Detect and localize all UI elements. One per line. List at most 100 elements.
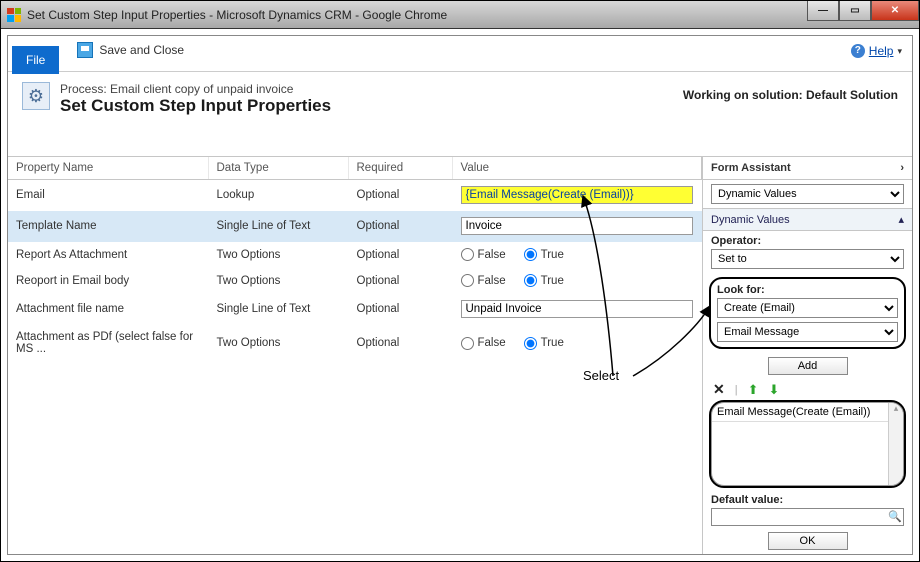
cell-property-name: Template Name xyxy=(8,211,208,242)
separator: | xyxy=(735,384,738,396)
default-value-input[interactable] xyxy=(711,508,904,526)
save-icon xyxy=(77,42,93,58)
cell-required: Optional xyxy=(348,268,452,294)
close-button[interactable]: ✕ xyxy=(871,1,919,21)
lookfor-label: Look for: xyxy=(717,284,898,296)
dynamic-values-label: Dynamic Values xyxy=(711,214,790,226)
lookfor-box: Look for: Create (Email) Email Message xyxy=(709,277,906,349)
cell-required: Optional xyxy=(348,180,452,211)
cell-value: False True xyxy=(452,268,702,294)
radio-option-false[interactable]: False xyxy=(461,274,506,287)
titlebar: Set Custom Step Input Properties - Micro… xyxy=(1,1,919,29)
radio-input[interactable] xyxy=(461,248,474,261)
radio-label: True xyxy=(541,249,564,261)
solution-label: Working on solution: Default Solution xyxy=(683,88,898,102)
ok-button[interactable]: OK xyxy=(768,532,848,550)
top-select-section: Dynamic Values xyxy=(703,180,912,208)
table-row[interactable]: Attachment as PDf (select false for MS .… xyxy=(8,325,702,362)
collapse-icon: ▴ xyxy=(898,213,904,226)
list-item[interactable]: Email Message(Create (Email)) xyxy=(712,403,903,422)
cell-required: Optional xyxy=(348,242,452,268)
save-and-close-button[interactable]: Save and Close xyxy=(77,42,184,58)
assistant-type-select[interactable]: Dynamic Values xyxy=(711,184,904,204)
remove-icon[interactable]: ✕ xyxy=(713,381,725,398)
radio-group: False True xyxy=(461,337,694,350)
table-header-row: Property Name Data Type Required Value xyxy=(8,157,702,180)
cell-data-type: Single Line of Text xyxy=(208,294,348,325)
col-type: Data Type xyxy=(208,157,348,180)
radio-option-false[interactable]: False xyxy=(461,248,506,261)
cell-required: Optional xyxy=(348,325,452,362)
cell-data-type: Two Options xyxy=(208,242,348,268)
chevron-down-icon: ▾ xyxy=(897,46,902,57)
page-title: Set Custom Step Input Properties xyxy=(60,96,331,116)
help-link[interactable]: ? Help ▾ xyxy=(851,44,902,58)
cell-property-name: Reoport in Email body xyxy=(8,268,208,294)
radio-option-true[interactable]: True xyxy=(524,274,564,287)
cell-required: Optional xyxy=(348,294,452,325)
col-value: Value xyxy=(452,157,702,180)
radio-input[interactable] xyxy=(524,337,537,350)
lookfor-entity-select[interactable]: Create (Email) xyxy=(717,298,898,318)
scrollbar[interactable]: ▴ xyxy=(888,403,903,485)
default-value-section: Default value: 🔍 xyxy=(711,494,904,526)
value-input[interactable] xyxy=(461,186,694,204)
properties-panel: Property Name Data Type Required Value E… xyxy=(8,156,702,554)
cell-value xyxy=(452,180,702,211)
cell-data-type: Two Options xyxy=(208,325,348,362)
radio-input[interactable] xyxy=(524,274,537,287)
col-name: Property Name xyxy=(8,157,208,180)
process-icon: ⚙ xyxy=(22,82,50,110)
values-list[interactable]: Email Message(Create (Email)) ▴ xyxy=(711,402,904,486)
radio-group: False True xyxy=(461,274,694,287)
operator-select[interactable]: Set to xyxy=(711,249,904,269)
toolbar: File Save and Close ? Help ▾ xyxy=(8,36,912,72)
file-menu[interactable]: File xyxy=(12,46,59,74)
help-icon: ? xyxy=(851,44,865,58)
table-row[interactable]: Reoport in Email bodyTwo OptionsOptional… xyxy=(8,268,702,294)
minimize-button[interactable]: — xyxy=(807,1,839,21)
radio-label: False xyxy=(478,275,506,287)
save-close-label: Save and Close xyxy=(99,43,184,57)
radio-label: True xyxy=(541,337,564,349)
maximize-button[interactable]: ▭ xyxy=(839,1,871,21)
value-input[interactable] xyxy=(461,300,694,318)
form-assistant-title: Form Assistant xyxy=(711,162,791,174)
table-row[interactable]: Template NameSingle Line of TextOptional xyxy=(8,211,702,242)
cell-value: False True xyxy=(452,242,702,268)
cell-value xyxy=(452,294,702,325)
header-text: Process: Email client copy of unpaid inv… xyxy=(60,82,331,116)
window-title: Set Custom Step Input Properties - Micro… xyxy=(27,8,447,22)
app-icon xyxy=(7,8,21,22)
list-toolbar: ✕ | ⬆ ⬇ xyxy=(703,379,912,400)
move-up-icon[interactable]: ⬆ xyxy=(748,382,759,398)
cell-value: False True xyxy=(452,325,702,362)
radio-input[interactable] xyxy=(524,248,537,261)
radio-label: False xyxy=(478,249,506,261)
cell-property-name: Attachment file name xyxy=(8,294,208,325)
dynamic-values-header[interactable]: Dynamic Values ▴ xyxy=(703,208,912,231)
radio-option-true[interactable]: True xyxy=(524,337,564,350)
radio-input[interactable] xyxy=(461,274,474,287)
radio-input[interactable] xyxy=(461,337,474,350)
help-label: Help xyxy=(869,44,894,58)
add-button[interactable]: Add xyxy=(768,357,848,375)
cell-data-type: Two Options xyxy=(208,268,348,294)
window-buttons: — ▭ ✕ xyxy=(807,1,919,21)
radio-label: False xyxy=(478,337,506,349)
col-required: Required xyxy=(348,157,452,180)
inner-frame: File Save and Close ? Help ▾ ⚙ Process: … xyxy=(7,35,913,555)
scroll-up-icon[interactable]: ▴ xyxy=(889,403,903,414)
radio-option-true[interactable]: True xyxy=(524,248,564,261)
table-row[interactable]: Report As AttachmentTwo OptionsOptionalF… xyxy=(8,242,702,268)
cell-data-type: Lookup xyxy=(208,180,348,211)
radio-group: False True xyxy=(461,248,694,261)
lookfor-attribute-select[interactable]: Email Message xyxy=(717,322,898,342)
chevron-right-icon[interactable]: › xyxy=(900,162,904,174)
value-input[interactable] xyxy=(461,217,694,235)
move-down-icon[interactable]: ⬇ xyxy=(769,382,780,398)
table-row[interactable]: EmailLookupOptional xyxy=(8,180,702,211)
radio-option-false[interactable]: False xyxy=(461,337,506,350)
lookup-icon[interactable]: 🔍 xyxy=(888,510,902,523)
table-row[interactable]: Attachment file nameSingle Line of TextO… xyxy=(8,294,702,325)
